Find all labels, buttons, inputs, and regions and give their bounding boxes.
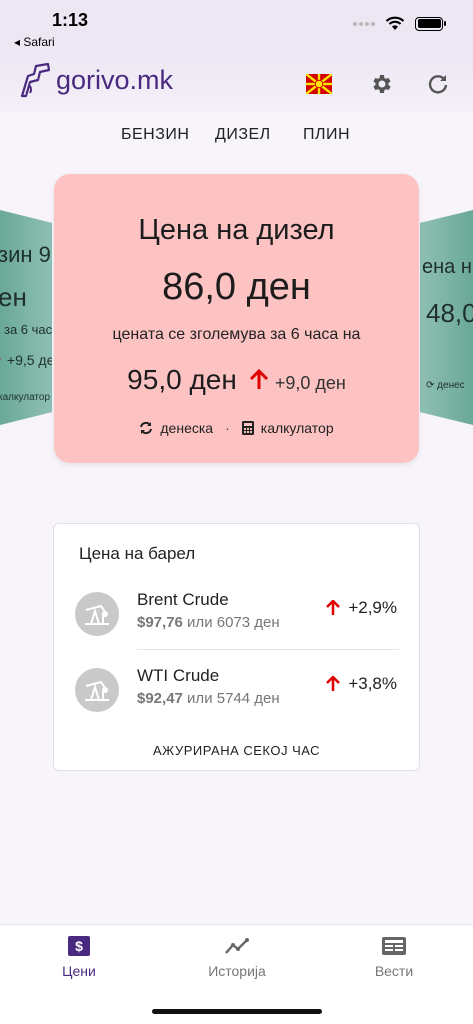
oil-pump-icon — [75, 592, 119, 636]
up-arrow-icon — [326, 676, 341, 691]
tab-gas[interactable]: ПЛИН — [303, 126, 350, 144]
oil-price-mkd: 6073 ден — [216, 614, 280, 631]
side-card-title: зин 9 — [0, 242, 51, 267]
today-link[interactable]: денеска — [139, 420, 213, 436]
chart-line-icon — [225, 938, 249, 954]
oil-price: $97,76 или 6073 ден — [137, 614, 280, 631]
petrol-price-card[interactable]: зин 9 ен за 6 часа ↑ +9,5 де калкулатор — [0, 210, 52, 425]
battery-icon — [415, 16, 446, 31]
gas-price-card[interactable]: ена н 48,0 ⟳ денес — [420, 210, 473, 425]
app-logo: gorivo.mk — [18, 60, 173, 100]
calculator-link-label: калкулатор — [260, 420, 334, 436]
oil-price-mkd: 5744 ден — [216, 690, 280, 707]
future-price-row: 95,0 ден +9,0 ден — [54, 364, 419, 396]
app-header: gorivo.mk — [0, 52, 473, 112]
macedonia-flag-icon[interactable] — [306, 74, 332, 94]
status-bar: 1:13 ◂ Safari — [0, 0, 473, 52]
side-card-link[interactable]: калкулатор — [0, 392, 50, 403]
news-icon — [382, 937, 406, 955]
side-card-subtitle: за 6 часа — [4, 322, 52, 337]
nav-prices[interactable]: $ Цени — [29, 935, 129, 981]
link-separator: · — [225, 420, 230, 436]
oil-pump-icon — [75, 668, 119, 712]
current-price: 86,0 ден — [162, 266, 311, 308]
oil-name: Brent Crude — [137, 590, 229, 609]
oil-price-joiner: или — [182, 614, 217, 631]
oil-change: +2,9% — [326, 598, 397, 618]
up-arrow-icon — [249, 369, 268, 389]
list-item-wti[interactable]: WTI Crude $92,47 или 5744 ден +3,8% — [54, 662, 419, 722]
oil-price-usd: $97,76 — [137, 614, 183, 631]
diesel-price-card[interactable]: Цена на дизел 86,0 ден цената се зголему… — [54, 174, 419, 463]
dollar-icon: $ — [68, 936, 90, 956]
side-card-change: +9,5 де — [6, 352, 52, 368]
side-card-price: 48,0 — [426, 298, 473, 328]
up-arrow-icon — [326, 600, 341, 615]
price-change-note: цената се зголемува за 6 часа на — [112, 326, 361, 343]
status-time: 1:13 — [52, 10, 89, 30]
tab-petrol[interactable]: БЕНЗИН — [121, 126, 189, 144]
card-links: денеска · калкулатор — [54, 420, 419, 436]
oil-change-value: +3,8% — [348, 674, 397, 693]
barrel-price-card: Цена на барел Brent Crude $97,76 или 607… — [53, 523, 420, 771]
oil-change-value: +2,9% — [348, 598, 397, 617]
nav-label: Вести — [374, 963, 414, 979]
fuel-tabs: БЕНЗИН ДИЗЕЛ ПЛИН — [0, 126, 473, 148]
home-indicator[interactable] — [152, 1009, 322, 1014]
oil-name: WTI Crude — [137, 666, 220, 685]
svg-text:$: $ — [75, 938, 83, 954]
barrel-title: Цена на барел — [79, 544, 196, 563]
calculator-icon — [241, 421, 254, 435]
oil-price-joiner: или — [182, 690, 217, 707]
oil-price-usd: $92,47 — [137, 690, 183, 707]
list-item-brent[interactable]: Brent Crude $97,76 или 6073 ден +2,9% — [54, 586, 419, 646]
nav-news[interactable]: Вести — [344, 935, 444, 981]
calculator-link[interactable]: калкулатор — [241, 420, 334, 436]
sync-icon — [140, 421, 153, 435]
oil-change: +3,8% — [326, 674, 397, 694]
tab-diesel[interactable]: ДИЗЕЛ — [215, 126, 271, 144]
future-price: 95,0 ден — [127, 364, 237, 395]
nav-label: Историја — [208, 963, 266, 979]
row-divider — [137, 649, 399, 650]
update-note: АЖУРИРАНА СЕКОЈ ЧАС — [152, 743, 321, 758]
back-to-safari-link[interactable]: ◂ Safari — [14, 35, 55, 49]
price-change: +9,0 ден — [274, 373, 346, 393]
nav-history[interactable]: Историја — [187, 935, 287, 981]
side-card-title: ена н — [422, 256, 472, 278]
today-link-label: денеска — [160, 420, 214, 436]
settings-gear-icon[interactable] — [370, 72, 394, 96]
wifi-icon — [385, 16, 405, 30]
fuel-nozzle-icon — [20, 62, 51, 98]
card-title: Цена на дизел — [138, 214, 335, 246]
refresh-small-icon: ⟳ — [426, 380, 435, 391]
signal-icon — [353, 21, 375, 26]
status-icons — [353, 16, 446, 31]
refresh-icon[interactable] — [426, 72, 450, 96]
up-arrow-icon: ↑ — [0, 352, 3, 368]
logo-text: gorivo.mk — [56, 64, 174, 95]
side-card-link[interactable]: денес — [437, 380, 464, 391]
side-card-price: ен — [0, 282, 27, 312]
oil-price: $92,47 или 5744 ден — [137, 690, 280, 707]
nav-label: Цени — [62, 963, 96, 979]
